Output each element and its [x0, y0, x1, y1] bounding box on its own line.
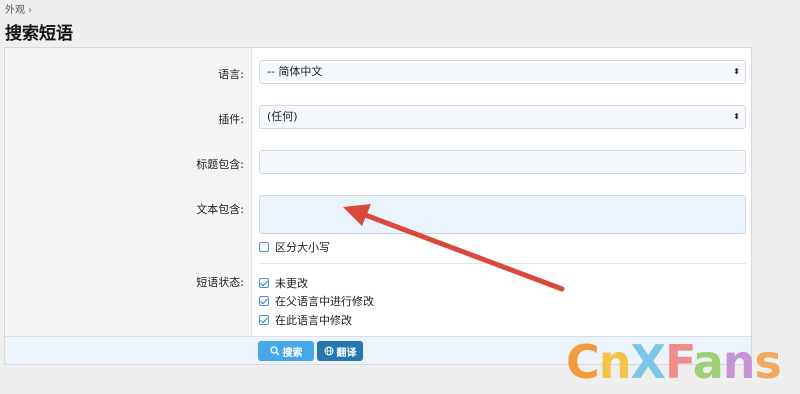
cnxfans-watermark-logo: CnXFans — [566, 335, 782, 389]
